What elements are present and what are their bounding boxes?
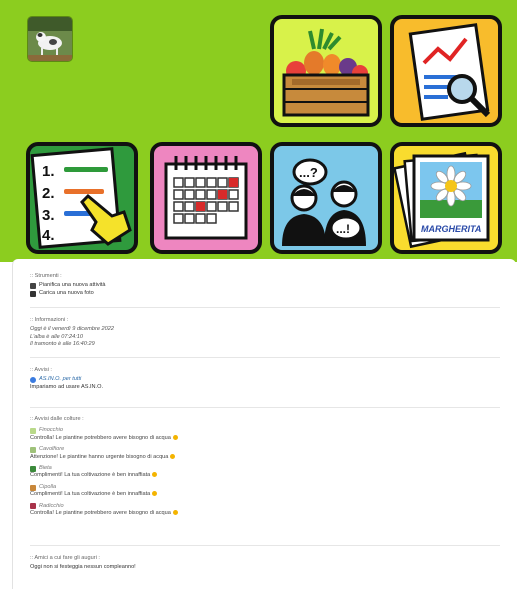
crop-alert-text: Controlla! Le piantine potrebbero avere … [30,434,171,441]
birthdays-title: :: Amici a cui fare gli auguri : [30,555,100,561]
onion-icon [30,484,36,491]
info-date: Oggi è il venerdì 9 dicembre 2022 [30,326,114,333]
notices-title: :: Avvisi : [30,367,52,373]
info-circle-icon [30,377,36,384]
info-title: :: Informazioni : [30,317,69,323]
notices-section: :: Avvisi : AS.IN.O. per tutti Impariamo… [30,367,500,391]
svg-text:4.: 4. [42,227,55,244]
crop-name-label[interactable]: Cavolfiore [39,446,64,453]
upload-photo-link[interactable]: Carica una nuova foto [30,290,500,297]
divider [30,357,500,358]
tasks-tile[interactable]: 1. 2. 3. 4. [26,142,138,254]
crop-name-radicchio[interactable]: Radicchio [30,503,500,510]
crop-name-label[interactable]: Radicchio [39,503,64,510]
tools-section: :: Strumenti : Pianifica una nuova attiv… [30,273,500,297]
crop-alert-message: Controlla! Le piantine potrebbero avere … [30,510,500,517]
task-list-icon: 1. 2. 3. 4. [30,147,132,249]
calendar-icon [164,156,248,240]
plan-activity-link[interactable]: Pianifica una nuova attività [30,282,500,290]
daisy-photo-icon: MARGHERITA [394,151,490,249]
report-tile[interactable] [390,15,502,127]
trash-bin-icon [30,283,36,290]
svg-text:3.: 3. [42,207,55,224]
svg-text:...!: ...! [336,222,350,236]
vegetable-crate-icon [282,28,370,117]
birthdays-message: Oggi non si festeggia nessun compleanno! [30,564,136,571]
crop-alerts-title: :: Avvisi dalle colture : [30,416,84,422]
birthdays-section: :: Amici a cui fare gli auguri : Oggi no… [30,555,500,572]
photo-icon [30,290,36,297]
chart-report-icon [408,23,491,121]
emoji-icon [152,491,158,497]
svg-text:2.: 2. [42,185,55,202]
crop-name-cavolfiore[interactable]: Cavolfiore [30,446,500,453]
user-avatar[interactable] [27,16,73,62]
notice-author-row[interactable]: AS.IN.O. per tutti [30,376,500,384]
divider [30,407,500,408]
crop-alert-message: Attenzione! Le piantine hanno urgente bi… [30,454,500,461]
info-sunset: Il tramonto è alle 16:40:29 [30,341,95,348]
chard-icon [30,465,36,472]
fennel-icon [30,428,36,435]
plan-activity-label[interactable]: Pianifica una nuova attività [39,282,106,289]
divider [30,545,500,546]
crop-alert-text: Controlla! Le piantine potrebbero avere … [30,510,171,517]
divider [30,307,500,308]
info-sunrise: L'alba è alle 07:24:10 [30,333,84,340]
notice-message: Impariamo ad usare AS.IN.O. [30,383,104,390]
crop-name-finocchio[interactable]: Finocchio [30,427,500,435]
garden-tile[interactable] [270,15,382,127]
notice-author-link[interactable]: AS.IN.O. per tutti [39,376,81,383]
calendar-tile[interactable] [150,142,262,254]
tools-title: :: Strumenti : [30,273,62,279]
svg-text:...?: ...? [299,165,318,180]
photos-tile[interactable]: MARGHERITA [390,142,502,254]
header-banner: 1. 2. 3. 4. ...? ...! MARGHERITA [0,0,517,262]
dashboard-panel: :: Strumenti : Pianifica una nuova attiv… [12,259,516,589]
crop-name-cipolla[interactable]: Cipolla [30,484,500,491]
crop-name-bieta[interactable]: Bieta [30,465,500,472]
people-chat-icon: ...? ...! [282,158,366,246]
emoji-icon [170,453,176,459]
friends-tile[interactable]: ...? ...! [270,142,382,254]
emoji-icon [172,434,178,440]
crop-name-label[interactable]: Bieta [39,465,52,472]
info-section: :: Informazioni : Oggi è il venerdì 9 di… [30,317,500,349]
radicchio-icon [30,503,36,510]
crop-alert-message: Complimenti! La tua coltivazione è ben i… [30,472,500,479]
crop-name-label[interactable]: Cipolla [39,484,56,491]
crop-name-label[interactable]: Finocchio [39,427,63,434]
crop-alert-text: Complimenti! La tua coltivazione è ben i… [30,491,151,498]
emoji-icon [152,472,158,478]
emoji-icon [172,510,178,516]
crop-alert-text: Complimenti! La tua coltivazione è ben i… [30,472,151,479]
svg-text:1.: 1. [42,163,55,180]
crop-alert-text: Attenzione! Le piantine hanno urgente bi… [30,453,169,460]
crop-alerts-section: :: Avvisi dalle colture : Finocchio Cont… [30,416,500,517]
crop-alert-message: Complimenti! La tua coltivazione è ben i… [30,491,500,498]
upload-photo-label[interactable]: Carica una nuova foto [39,290,94,297]
cauliflower-icon [30,446,36,453]
crop-alert-message: Controlla! Le piantine potrebbero avere … [30,435,500,442]
photos-tile-label: MARGHERITA [421,224,481,234]
